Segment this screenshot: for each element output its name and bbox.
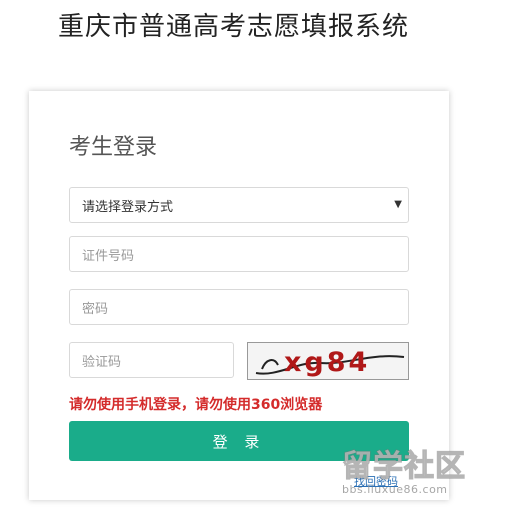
caret-down-icon: ▼ bbox=[394, 199, 402, 210]
site-watermark: 留学社区 bbs.liuxue86.com bbox=[341, 441, 466, 496]
login-method-select[interactable]: 请选择登录方式 ▼ bbox=[69, 187, 409, 223]
login-panel: 考生登录 请选择登录方式 ▼ 证件号码 密码 验证码 xg84 请勿使用手机登录… bbox=[29, 91, 449, 500]
captcha-input[interactable]: 验证码 bbox=[69, 342, 234, 378]
watermark-logo: 留学社区 bbox=[341, 448, 466, 484]
warning-message: 请勿使用手机登录，请勿使用360浏览器 bbox=[69, 397, 323, 413]
id-number-placeholder: 证件号码 bbox=[82, 248, 135, 264]
system-title: 重庆市普通高考志愿填报系统 bbox=[58, 12, 410, 42]
login-title: 考生登录 bbox=[69, 135, 158, 160]
id-number-input[interactable]: 证件号码 bbox=[69, 236, 409, 272]
captcha-graphic: xg84 bbox=[255, 347, 405, 378]
captcha-placeholder: 验证码 bbox=[82, 354, 122, 370]
captcha-text: xg84 bbox=[284, 347, 370, 378]
password-input[interactable]: 密码 bbox=[69, 289, 409, 325]
password-placeholder: 密码 bbox=[82, 301, 109, 317]
login-method-value: 请选择登录方式 bbox=[82, 199, 174, 215]
watermark-url: bbs.liuxue86.com bbox=[342, 483, 448, 496]
captcha-image[interactable]: xg84 bbox=[247, 342, 409, 380]
